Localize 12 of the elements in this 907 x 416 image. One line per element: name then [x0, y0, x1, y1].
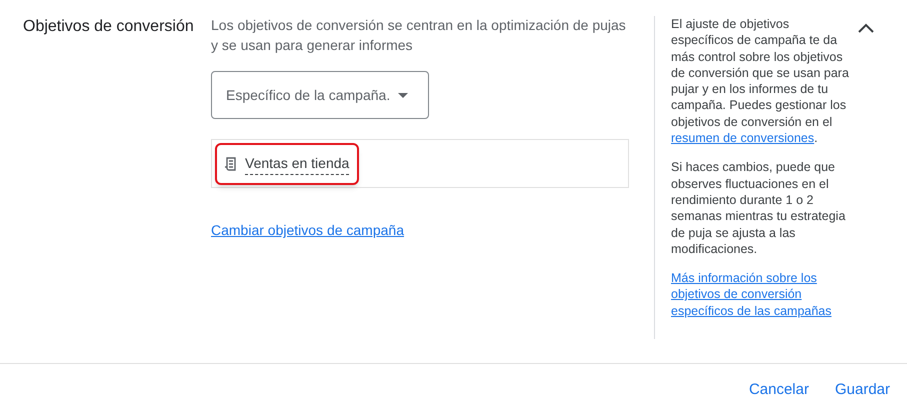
help-paragraph: El ajuste de objetivos específicos de campaña te da más control sobre los objetivos de conversión que se usan para pujar y en los informes de tu campaña. Puedes gestionar los objetivos de conversión en el resumen de conversiones.	[671, 16, 850, 146]
footer-button[interactable]: Guardar	[834, 378, 890, 402]
more-info-link[interactable]: Más información sobre los objetivos de conversión específicos de las campañas	[671, 270, 854, 320]
goal-chip[interactable]: Ventas en tienda	[215, 142, 360, 184]
footer-button[interactable]: Cancelar	[748, 378, 809, 402]
change-goals-link[interactable]: Cambiar objetivos de campaña	[211, 220, 404, 241]
help-paragraph: Si haces cambios, puede que observes fluctuaciones en el rendimiento durante 1 o 2 semanas mientras tu estrategia de puja se ajusta a las modificaciones.	[671, 159, 846, 258]
conversion-summary-link[interactable]: resumen de conversiones	[671, 131, 814, 146]
goal-label: Ventas en tienda	[245, 152, 350, 174]
section-title: Objetivos de conversión	[23, 17, 195, 37]
description: Los objetivos de conversión se centran en la optimización de pujas y se usan para generar informes	[211, 16, 627, 55]
campaign-dropdown[interactable]: Específico de la campaña.	[211, 71, 429, 119]
